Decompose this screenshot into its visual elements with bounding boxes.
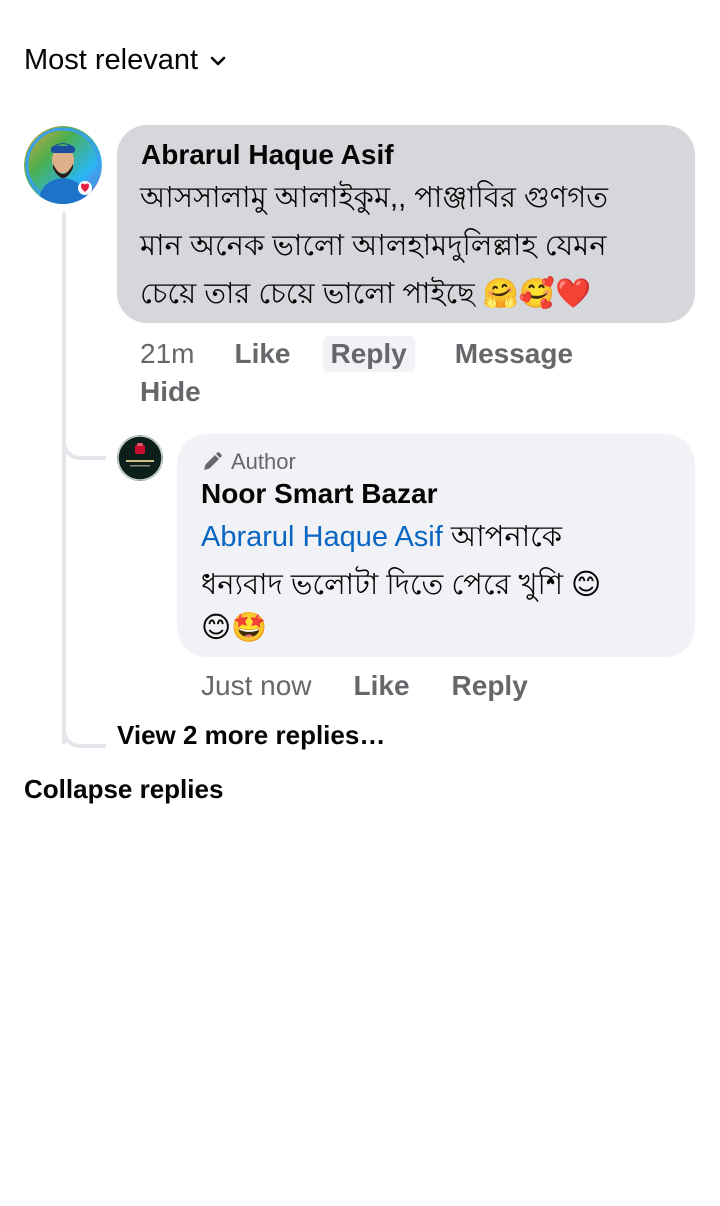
comment-text-line: মান অনেক ভালো আলহামদুলিল্লাহ যেমন	[140, 230, 607, 262]
reply-text-line: 😊🤩	[201, 612, 268, 644]
reply-text-line: Abrarul Haque Asif আপনাকে	[201, 513, 562, 561]
view-more-replies-button[interactable]: View 2 more replies…	[117, 720, 385, 751]
author-badge-label: Author	[231, 449, 296, 474]
comment-text-line: আসসালামু আলাইকুম,, পাঞ্জাবির গুণগত	[140, 182, 608, 214]
mention-link[interactable]: Abrarul Haque Asif	[201, 521, 443, 553]
author-badge: Author	[201, 449, 296, 475]
message-button[interactable]: Message	[455, 338, 573, 370]
comment-actions: 21m Like Reply Message	[140, 336, 573, 372]
thread-line	[62, 212, 66, 744]
reply-text-part: আপনাকে	[442, 521, 563, 553]
comment-timestamp: 21m	[140, 338, 195, 369]
hide-button[interactable]: Hide	[140, 376, 201, 408]
thread-connector	[62, 420, 106, 460]
reply-actions: Just now Like Reply	[201, 670, 528, 702]
reply-button[interactable]: Reply	[452, 670, 528, 702]
chevron-down-icon	[210, 56, 226, 65]
comment-text-line: চেয়ে তার চেয়ে ভালো পাইছে 🤗🥰❤️	[140, 278, 592, 310]
thread-connector	[62, 700, 106, 748]
reply-timestamp: Just now	[201, 670, 312, 701]
like-button[interactable]: Like	[354, 670, 410, 702]
reply-text-line: ধন্যবাদ ভলোটা দিতে পেরে খুশি 😊	[201, 569, 602, 601]
collapse-replies-button[interactable]: Collapse replies	[24, 774, 223, 805]
reply-author-name[interactable]: Noor Smart Bazar	[201, 478, 438, 510]
page-avatar[interactable]	[117, 435, 163, 481]
sort-dropdown[interactable]: Most relevant	[24, 44, 228, 77]
pencil-icon	[204, 452, 222, 470]
reply-button[interactable]: Reply	[322, 336, 415, 372]
comment-author-name[interactable]: Abrarul Haque Asif	[141, 139, 394, 171]
comment-actions-second-row: Hide	[140, 376, 201, 408]
avatar[interactable]	[24, 126, 102, 204]
sort-label: Most relevant	[24, 44, 199, 76]
like-button[interactable]: Like	[234, 338, 290, 370]
